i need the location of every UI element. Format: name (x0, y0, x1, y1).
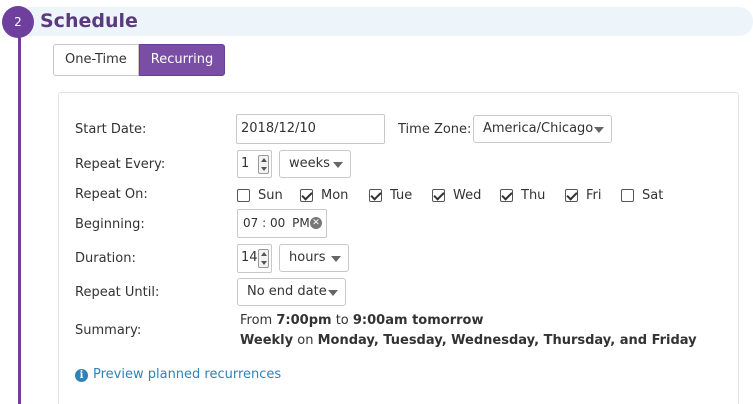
recurring-settings-panel (58, 92, 739, 404)
repeat-every-label: Repeat Every: (75, 157, 166, 172)
checkbox-checked-icon[interactable] (300, 188, 313, 202)
duration-unit-value: hours (289, 250, 326, 265)
repeat-until-value: No end date (247, 284, 327, 299)
summary-days: Monday, Tuesday, Wednesday, Thursday, an… (317, 333, 697, 348)
summary-frequency: Weekly (240, 333, 294, 348)
repeat-every-stepper[interactable]: 1 (237, 150, 272, 178)
chevron-down-icon (333, 162, 343, 168)
summary-on: on (297, 333, 314, 348)
step-number: 2 (14, 15, 22, 29)
repeat-unit-select[interactable]: weeks (279, 150, 351, 178)
repeat-until-label: Repeat Until: (75, 285, 160, 300)
summary-end-time: 9:00am tomorrow (352, 313, 484, 328)
day-label: Thu (521, 187, 546, 203)
time-separator: : (262, 216, 267, 230)
duration-stepper[interactable]: 14 (237, 244, 272, 273)
start-date-input[interactable]: 2018/12/10 (236, 114, 385, 144)
day-label: Wed (453, 187, 482, 203)
day-checkbox-fri[interactable]: Fri (565, 186, 602, 204)
repeat-on-label: Repeat On: (75, 187, 148, 202)
repeat-every-value: 1 (241, 156, 250, 171)
day-checkbox-sat[interactable]: Sat (621, 186, 663, 204)
repeat-until-select[interactable]: No end date (237, 278, 346, 306)
summary-to: to (335, 313, 349, 328)
schedule-mode-toggle: One-Time Recurring (53, 44, 226, 76)
duration-label: Duration: (75, 251, 136, 266)
checkbox-checked-icon[interactable] (432, 188, 445, 202)
chevron-down-icon (328, 290, 338, 296)
day-checkbox-sun[interactable]: Sun (237, 186, 283, 204)
step-number-badge: 2 (2, 6, 34, 38)
beginning-label: Beginning: (75, 217, 145, 232)
checkbox-checked-icon[interactable] (500, 188, 513, 202)
day-label: Tue (390, 187, 413, 203)
day-checkbox-tue[interactable]: Tue (369, 186, 412, 204)
summary-label: Summary: (75, 323, 142, 338)
hour-field[interactable]: 07 (243, 216, 258, 230)
checkbox-checked-icon[interactable] (565, 188, 578, 202)
day-label: Mon (321, 187, 349, 203)
info-icon: i (75, 368, 88, 382)
time-zone-label: Time Zone: (398, 122, 472, 137)
time-zone-value: America/Chicago (483, 121, 594, 136)
chevron-down-icon (594, 127, 604, 133)
minute-field[interactable]: 00 (270, 216, 285, 230)
time-zone-select[interactable]: America/Chicago (473, 115, 612, 143)
day-label: Sun (258, 187, 283, 203)
day-checkbox-wed[interactable]: Wed (432, 186, 481, 204)
summary-start-time: 7:00pm (276, 313, 332, 328)
day-checkbox-mon[interactable]: Mon (300, 186, 348, 204)
summary-line-time: From 7:00pm to 9:00am tomorrow (240, 313, 483, 329)
spinner-arrows-icon[interactable] (258, 155, 269, 174)
checkbox-icon[interactable] (237, 188, 250, 202)
preview-recurrences-link[interactable]: i Preview planned recurrences (75, 367, 281, 383)
checkbox-checked-icon[interactable] (369, 188, 382, 202)
ampm-field[interactable]: PM (292, 216, 310, 230)
chevron-down-icon (331, 256, 341, 262)
step-connector-line (18, 36, 21, 404)
duration-value: 14 (241, 250, 258, 265)
day-checkbox-thu[interactable]: Thu (500, 186, 545, 204)
clear-time-icon[interactable]: ✕ (310, 217, 322, 229)
beginning-time-input[interactable]: 07 : 00 PM ✕ (237, 209, 327, 238)
day-label: Sat (642, 187, 664, 203)
repeat-unit-value: weeks (289, 156, 330, 171)
start-date-label: Start Date: (75, 122, 147, 137)
section-title: Schedule (40, 10, 138, 32)
checkbox-icon[interactable] (621, 188, 634, 202)
preview-link-text[interactable]: Preview planned recurrences (93, 367, 281, 383)
spinner-arrows-icon[interactable] (258, 249, 269, 268)
day-label: Fri (586, 187, 602, 203)
one-time-button[interactable]: One-Time (53, 44, 139, 76)
summary-line-days: Weekly on Monday, Tuesday, Wednesday, Th… (240, 333, 697, 349)
summary-from: From (240, 313, 273, 328)
duration-unit-select[interactable]: hours (279, 244, 349, 272)
recurring-button[interactable]: Recurring (138, 44, 226, 76)
